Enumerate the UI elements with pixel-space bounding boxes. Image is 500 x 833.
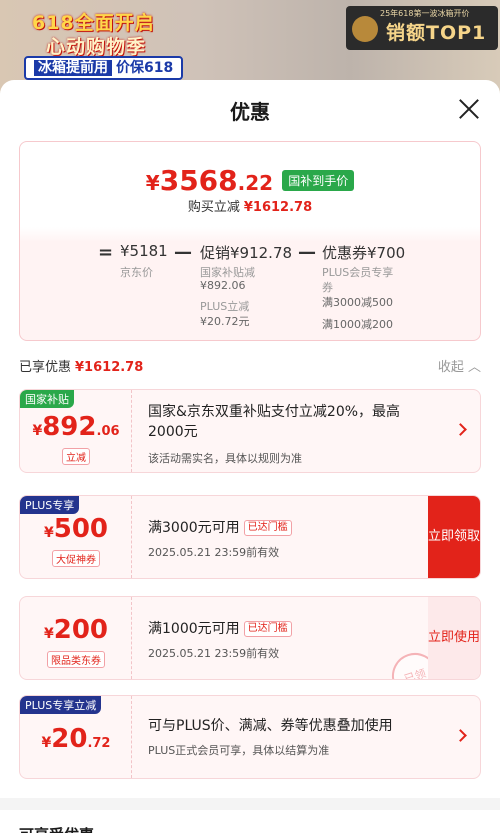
final-price-row: ¥3568.22 国补到手价 bbox=[20, 164, 480, 197]
banner-line1: 618全面开启 bbox=[32, 12, 155, 34]
chevron-right-icon[interactable] bbox=[456, 422, 466, 436]
currency-symbol: ¥ bbox=[43, 525, 54, 541]
coupon-1000-200: 满1000减200 bbox=[322, 318, 393, 331]
coupon-amount-panel: 国家补贴 ¥892.06 立减 bbox=[20, 390, 132, 472]
coupon-label-text: 大促神券 bbox=[52, 550, 100, 567]
enjoyed-amount: ¥1612.78 bbox=[75, 360, 144, 375]
currency-symbol: ¥ bbox=[32, 423, 43, 439]
coupon-tag: 国家补贴 bbox=[20, 390, 74, 408]
banner-tag-text: 价保618 bbox=[116, 60, 174, 76]
sales-rank-title: 销额TOP1 bbox=[386, 22, 487, 44]
coupon-label-text: 立减 bbox=[62, 448, 90, 465]
final-price-int: 3568 bbox=[159, 164, 238, 197]
coupon-amount-dec: .06 bbox=[96, 424, 120, 439]
enjoyed-discount: 已享优惠 ¥1612.78 bbox=[19, 356, 143, 375]
coupon-amount: ¥500 bbox=[20, 514, 132, 544]
minus-sign: — bbox=[174, 242, 192, 263]
price-formula: = ¥5181 京东价 — 促销¥912.78 国家补贴减 ¥892.06 PL… bbox=[20, 242, 480, 338]
coupon-amount-panel: PLUS专享 ¥500 大促神券 bbox=[20, 496, 132, 578]
coupon-label: 大促神券 bbox=[20, 548, 132, 567]
promo-subsidy-label: 国家补贴减 bbox=[200, 266, 255, 279]
price-breakdown: ¥3568.22 国补到手价 购买立减 ¥1612.78 = ¥5181 京东价 … bbox=[19, 141, 481, 341]
discount-sheet: 优惠 ¥3568.22 国补到手价 购买立减 ¥1612.78 = ¥5181 京… bbox=[0, 80, 500, 833]
banner-618-logo: 618全面开启 心动购物季 bbox=[10, 6, 215, 62]
coupon-amount-panel: PLUS专享立减 ¥20.72 bbox=[20, 696, 132, 778]
coupon-amount: ¥20.72 bbox=[20, 724, 132, 754]
coupon-label: 限品类东券 bbox=[20, 649, 132, 668]
coupon-amount-int: 892 bbox=[42, 412, 97, 442]
coupon-title: 国家&京东双重补贴支付立减20%，最高 2000元 bbox=[148, 402, 400, 442]
threshold-chip: 已达门槛 bbox=[243, 520, 292, 536]
coupon-amount: ¥200 bbox=[20, 615, 132, 645]
purchase-discount-amount: ¥1612.78 bbox=[243, 200, 313, 215]
subsidy-price-badge: 国补到手价 bbox=[282, 170, 355, 191]
coupon-title: 可与PLUS价、满减、券等优惠叠加使用 bbox=[148, 718, 393, 734]
coupon-tag: PLUS专享立减 bbox=[20, 696, 102, 714]
coupon-desc: 该活动需实名，具体以规则为准 bbox=[148, 452, 302, 465]
close-icon[interactable] bbox=[456, 96, 482, 122]
coupon-card-plus-discount[interactable]: PLUS专享立减 ¥20.72 可与PLUS价、满减、券等优惠叠加使用 PLUS… bbox=[19, 695, 481, 779]
currency-symbol: ¥ bbox=[145, 171, 160, 195]
coupon-tag: PLUS专享 bbox=[20, 496, 80, 514]
coupon-label-text: 限品类东券 bbox=[47, 651, 105, 668]
coupon-amount-int: 200 bbox=[53, 615, 109, 645]
purchase-discount: 购买立减 ¥1612.78 bbox=[20, 196, 480, 215]
coupon-desc: PLUS正式会员可享，具体以结算为准 bbox=[148, 744, 330, 757]
coupon-title-line1: 国家&京东双重补贴支付立减20%，最高 bbox=[148, 404, 401, 420]
claim-coupon-button[interactable]: 立即领取 bbox=[428, 496, 480, 578]
currency-symbol: ¥ bbox=[41, 735, 52, 751]
jd-price-label: 京东价 bbox=[120, 266, 153, 279]
threshold-chip: 已达门槛 bbox=[243, 621, 292, 637]
use-coupon-button[interactable]: 立即使用 bbox=[428, 597, 480, 679]
coupon-title: 满1000元可用 已达门槛 bbox=[148, 619, 292, 639]
coupon-expiry: 2025.05.21 23:59前有效 bbox=[148, 546, 280, 559]
collapse-toggle[interactable]: 收起 ︿ bbox=[438, 356, 481, 375]
chevron-up-icon: ︿ bbox=[467, 360, 481, 375]
banner-tag: 冰箱提前用 价保618 bbox=[24, 56, 184, 80]
final-price-dec: .22 bbox=[237, 171, 274, 195]
coupon-amount-int: 500 bbox=[53, 514, 109, 544]
banner-line2: 心动购物季 bbox=[46, 36, 147, 58]
coupon-title-text: 满3000元可用 bbox=[148, 520, 240, 536]
available-discounts-title: 可享受优惠 bbox=[19, 824, 94, 833]
coupon-title-text: 满1000元可用 bbox=[148, 621, 240, 637]
coupon-expiry: 2025.05.21 23:59前有效 bbox=[148, 647, 280, 660]
coupon-amount-panel: ¥200 限品类东券 bbox=[20, 597, 132, 679]
coupon-label: 立减 bbox=[20, 446, 132, 465]
banner-tag-highlight: 冰箱提前用 bbox=[34, 60, 112, 76]
coupon-3000-500: 满3000减500 bbox=[322, 296, 393, 309]
coupon-amount-dec: .72 bbox=[87, 736, 111, 751]
currency-symbol: ¥ bbox=[43, 626, 54, 642]
coupon-title-line2: 2000元 bbox=[148, 424, 198, 440]
final-price: ¥3568.22 bbox=[146, 164, 273, 197]
coupon-card-200: ¥200 限品类东券 满1000元可用 已达门槛 2025.05.21 23:59… bbox=[19, 596, 481, 680]
promo-subsidy-value: ¥892.06 bbox=[200, 279, 246, 292]
trophy-icon bbox=[352, 16, 378, 42]
coupon-card-subsidy[interactable]: 国家补贴 ¥892.06 立减 国家&京东双重补贴支付立减20%，最高 2000元… bbox=[19, 389, 481, 473]
purchase-discount-label: 购买立减 bbox=[187, 200, 240, 215]
promo-total: 促销¥912.78 bbox=[200, 244, 293, 262]
minus-sign: — bbox=[298, 242, 316, 263]
coupon-amount-int: 20 bbox=[51, 724, 88, 754]
enjoyed-label: 已享优惠 bbox=[19, 360, 72, 375]
equals-sign: = bbox=[98, 242, 114, 263]
section-divider bbox=[0, 798, 500, 810]
sheet-title: 优惠 bbox=[230, 100, 270, 124]
promo-plus-label: PLUS立减 bbox=[200, 300, 250, 313]
chevron-right-icon[interactable] bbox=[456, 728, 466, 742]
collapse-label: 收起 bbox=[437, 360, 464, 375]
coupon-title: 满3000元可用 已达门槛 bbox=[148, 518, 292, 538]
coupon-total: 优惠券¥700 bbox=[322, 244, 406, 262]
promo-plus-value: ¥20.72元 bbox=[200, 315, 250, 328]
jd-price: ¥5181 bbox=[120, 242, 168, 260]
coupon-amount: ¥892.06 bbox=[20, 412, 132, 442]
coupon-card-plus-500: PLUS专享 ¥500 大促神券 满3000元可用 已达门槛 2025.05.21… bbox=[19, 495, 481, 579]
coupon-plus-label: PLUS会员专享 bbox=[322, 266, 394, 279]
coupon-plus-label2: 券 bbox=[322, 281, 333, 294]
sales-rank-badge: 25年618第一波冰箱开价 销额TOP1 bbox=[346, 6, 498, 50]
